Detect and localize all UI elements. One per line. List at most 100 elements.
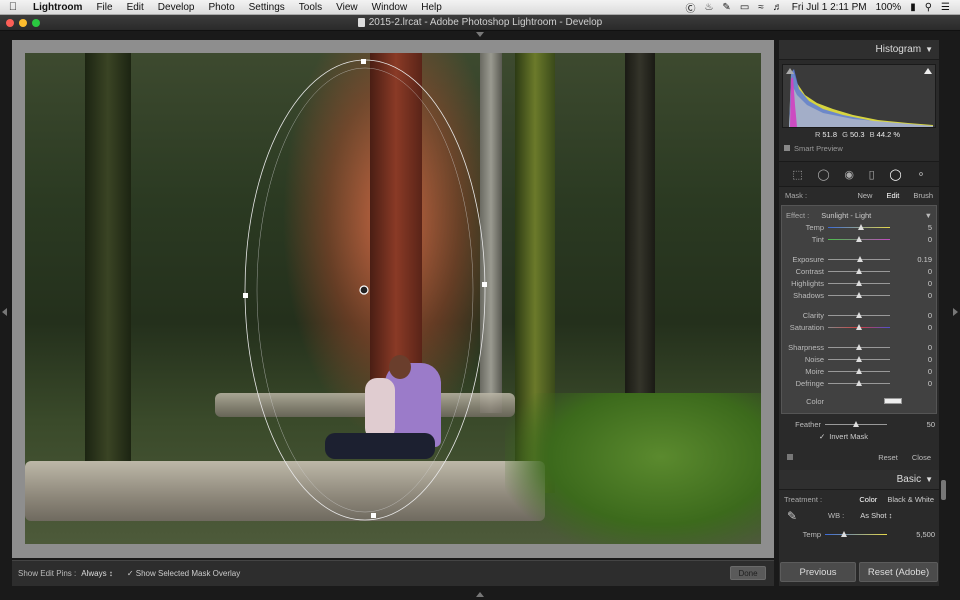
panel-switch-icon[interactable]	[787, 454, 793, 460]
photo-preview[interactable]	[25, 53, 761, 544]
shadows-thumb[interactable]	[856, 291, 862, 298]
basic-header[interactable]: Basic ▼	[779, 470, 939, 490]
invert-mask-checkbox[interactable]: ✓ Invert Mask	[779, 430, 939, 442]
highlights-slider[interactable]	[828, 279, 890, 286]
edit-pins-select[interactable]: Always ↕	[81, 569, 113, 578]
battery-icon[interactable]: ▮	[910, 2, 916, 13]
treatment-color-button[interactable]: Color	[859, 495, 877, 504]
radial-filter-handle-bottom[interactable]	[371, 513, 376, 518]
flame-icon[interactable]: ♨	[704, 2, 713, 13]
tint-slider[interactable]	[828, 235, 890, 242]
done-button[interactable]: Done	[730, 566, 766, 580]
sharpness-value[interactable]: 0	[906, 343, 932, 352]
show-mask-overlay-checkbox[interactable]: ✓ Show Selected Mask Overlay	[127, 569, 240, 578]
histogram-graph[interactable]	[782, 64, 936, 128]
mask-brush-button[interactable]: Brush	[913, 191, 933, 200]
left-panel-toggle-icon[interactable]	[2, 308, 7, 316]
feather-value[interactable]: 50	[909, 420, 935, 429]
wb-select[interactable]: As Shot ↕	[860, 511, 892, 520]
search-icon[interactable]: ⚲	[925, 2, 932, 13]
menu-help[interactable]: Help	[414, 2, 449, 13]
menu-settings[interactable]: Settings	[242, 2, 292, 13]
color-swatch[interactable]	[884, 398, 902, 404]
airplay-icon[interactable]: ▭	[740, 2, 749, 13]
status-c-icon[interactable]: Ⓒ	[685, 0, 695, 15]
highlights-value[interactable]: 0	[906, 279, 932, 288]
list-icon[interactable]: ☰	[941, 2, 950, 13]
noise-slider[interactable]	[828, 355, 890, 362]
close-window-button[interactable]	[6, 19, 14, 27]
menu-app[interactable]: Lightroom	[26, 2, 89, 13]
top-panel-toggle-icon[interactable]	[476, 32, 484, 37]
exposure-value[interactable]: 0.19	[906, 255, 932, 264]
sharpness-thumb[interactable]	[856, 343, 862, 350]
eyedropper-icon[interactable]: ✎	[787, 509, 797, 523]
basic-temp-slider[interactable]	[825, 530, 887, 537]
saturation-thumb[interactable]	[856, 323, 862, 330]
sharpness-slider[interactable]	[828, 343, 890, 350]
menu-view[interactable]: View	[329, 2, 365, 13]
previous-button[interactable]: Previous	[780, 562, 856, 582]
contrast-thumb[interactable]	[856, 267, 862, 274]
clarity-value[interactable]: 0	[906, 311, 932, 320]
tint-thumb[interactable]	[856, 235, 862, 242]
menu-develop[interactable]: Develop	[151, 2, 202, 13]
battery-percent[interactable]: 100%	[876, 2, 902, 13]
mask-close-button[interactable]: Close	[912, 453, 931, 462]
temp-slider[interactable]	[828, 223, 890, 230]
basic-temp-value[interactable]: 5,500	[909, 530, 935, 539]
effect-collapse-icon[interactable]: ▼	[925, 211, 932, 220]
treatment-bw-button[interactable]: Black & White	[887, 495, 934, 504]
adjustment-brush-icon[interactable]: ⚬	[916, 168, 925, 181]
menu-file[interactable]: File	[89, 2, 119, 13]
filmstrip-toggle-icon[interactable]	[476, 592, 484, 597]
clock[interactable]: Fri Jul 1 2:11 PM	[792, 2, 867, 13]
panel-scrollbar[interactable]	[941, 480, 946, 500]
saturation-slider[interactable]	[828, 323, 890, 330]
wifi-icon[interactable]: ≈	[758, 2, 764, 13]
mask-new-button[interactable]: New	[857, 191, 872, 200]
menu-photo[interactable]: Photo	[202, 2, 242, 13]
spot-removal-icon[interactable]: ◯	[817, 168, 829, 181]
clarity-slider[interactable]	[828, 311, 890, 318]
moire-value[interactable]: 0	[906, 367, 932, 376]
pen-icon[interactable]: ✎	[722, 2, 730, 13]
exposure-slider[interactable]	[828, 255, 890, 262]
exposure-thumb[interactable]	[857, 255, 864, 262]
shadows-value[interactable]: 0	[906, 291, 932, 300]
contrast-value[interactable]: 0	[906, 267, 932, 276]
collapse-triangle-icon[interactable]: ▼	[925, 45, 933, 54]
crop-tool-icon[interactable]: ⬚	[792, 168, 802, 181]
noise-value[interactable]: 0	[906, 355, 932, 364]
defringe-slider[interactable]	[828, 379, 890, 386]
apple-menu-icon[interactable]: 	[0, 1, 26, 13]
right-panel-toggle-icon[interactable]	[953, 308, 958, 316]
feather-slider[interactable]	[825, 420, 887, 427]
radial-filter-handle-left[interactable]	[243, 293, 248, 298]
mask-edit-button[interactable]: Edit	[886, 191, 899, 200]
defringe-thumb[interactable]	[856, 379, 862, 386]
graduated-filter-icon[interactable]: ▯	[869, 168, 875, 181]
defringe-value[interactable]: 0	[906, 379, 932, 388]
menu-window[interactable]: Window	[365, 2, 415, 13]
maximize-window-button[interactable]	[32, 19, 40, 27]
noise-thumb[interactable]	[856, 355, 862, 362]
basic-collapse-icon[interactable]: ▼	[925, 475, 933, 484]
moire-slider[interactable]	[828, 367, 890, 374]
clarity-thumb[interactable]	[856, 311, 862, 318]
mask-reset-button[interactable]: Reset	[878, 453, 898, 462]
effect-preset-select[interactable]: Sunlight - Light	[821, 211, 871, 220]
reset-adobe-button[interactable]: Reset (Adobe)	[859, 562, 938, 582]
radial-filter-icon[interactable]: ◯	[889, 168, 901, 181]
radial-filter-handle-right[interactable]	[482, 282, 487, 287]
menu-tools[interactable]: Tools	[292, 2, 329, 13]
basic-temp-thumb[interactable]	[840, 530, 847, 537]
red-eye-icon[interactable]: ◉	[844, 168, 854, 181]
moire-thumb[interactable]	[856, 367, 862, 374]
histogram-header[interactable]: Histogram ▼	[779, 40, 939, 60]
temp-value[interactable]: 5	[906, 223, 932, 232]
highlight-clipping-icon[interactable]	[924, 68, 932, 74]
temp-thumb[interactable]	[857, 223, 864, 230]
contrast-slider[interactable]	[828, 267, 890, 274]
radial-filter-handle-top[interactable]	[361, 59, 366, 64]
